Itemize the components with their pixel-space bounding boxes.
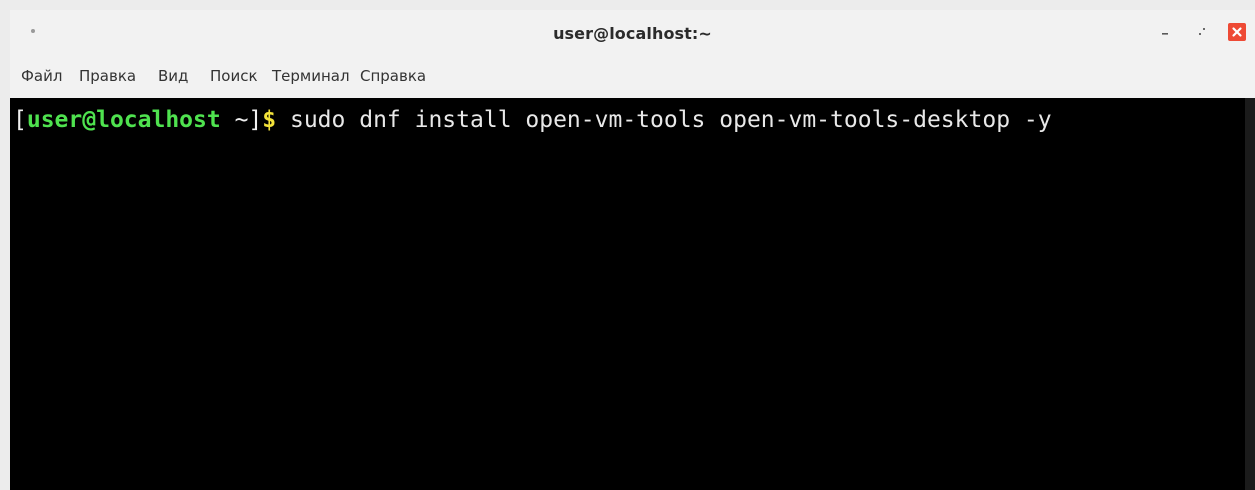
menu-bar: Файл Правка Вид Поиск Терминал Справка bbox=[10, 58, 1255, 98]
window-title: user@localhost:~ bbox=[553, 24, 712, 43]
scrollbar[interactable] bbox=[1245, 98, 1255, 490]
prompt-open-bracket: [ bbox=[13, 107, 27, 133]
maximize-button[interactable] bbox=[1190, 20, 1214, 44]
minimize-icon bbox=[1162, 33, 1168, 35]
terminal-window: user@localhost:~ Файл Правка Вид Поиск Т… bbox=[10, 10, 1255, 490]
prompt-directory: ~] bbox=[220, 107, 263, 133]
terminal-line: [user@localhost ~]$ sudo dnf install ope… bbox=[13, 104, 1052, 136]
prompt-user-host: user@localhost bbox=[26, 107, 221, 133]
title-bar[interactable]: user@localhost:~ bbox=[10, 10, 1255, 58]
menu-terminal[interactable]: Терминал bbox=[272, 67, 350, 85]
minimize-button[interactable] bbox=[1153, 20, 1177, 44]
close-button[interactable] bbox=[1225, 20, 1249, 44]
prompt-sign: $ bbox=[262, 107, 277, 133]
menu-help[interactable]: Справка bbox=[360, 67, 426, 85]
terminal-area[interactable]: [user@localhost ~]$ sudo dnf install ope… bbox=[10, 98, 1245, 490]
command-text: sudo dnf install open-vm-tools open-vm-t… bbox=[276, 107, 1052, 133]
menu-edit[interactable]: Правка bbox=[79, 67, 136, 85]
close-icon bbox=[1228, 23, 1246, 41]
menu-search[interactable]: Поиск bbox=[210, 67, 258, 85]
menu-file[interactable]: Файл bbox=[21, 67, 62, 85]
menu-view[interactable]: Вид bbox=[158, 67, 188, 85]
maximize-icon bbox=[1199, 28, 1205, 35]
